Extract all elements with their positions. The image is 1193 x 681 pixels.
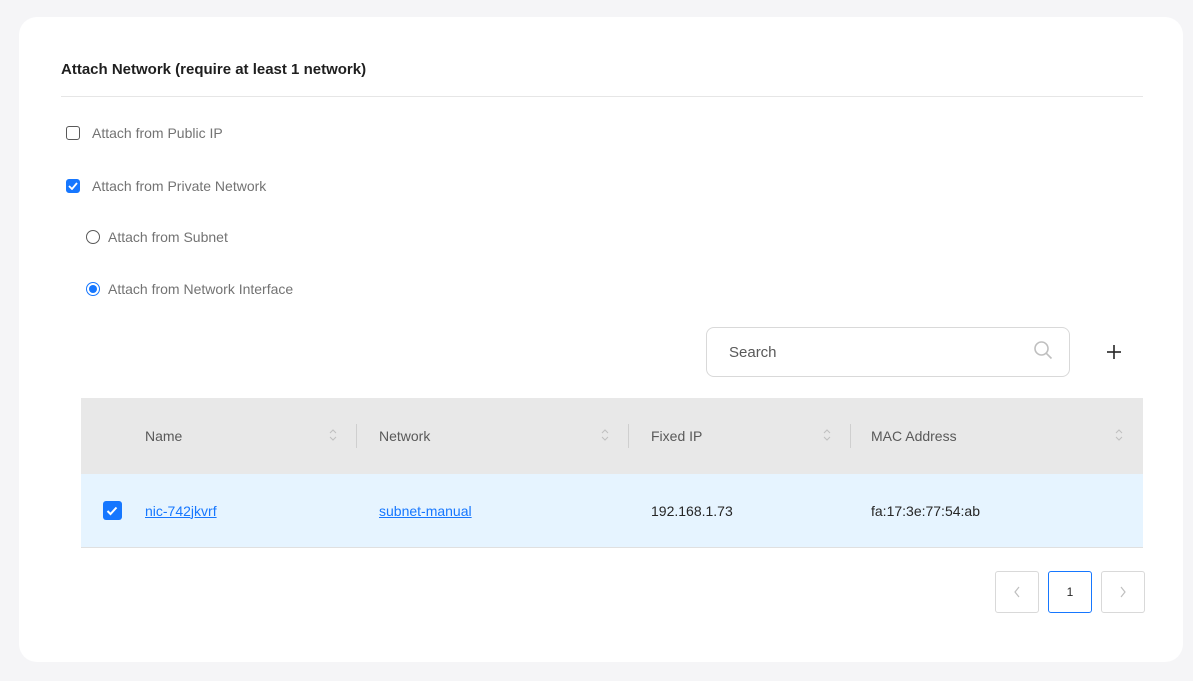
search-input[interactable] (729, 343, 1033, 361)
divider (61, 96, 1143, 97)
attach-network-card: Attach Network (require at least 1 netwo… (19, 17, 1183, 662)
column-fixed-ip[interactable]: Fixed IP (629, 398, 851, 474)
mac-address-cell: fa:17:3e:77:54:ab (871, 502, 980, 519)
public-ip-checkbox[interactable] (66, 126, 80, 140)
search-box[interactable] (706, 327, 1070, 377)
sort-icon[interactable] (601, 428, 609, 445)
search-icon[interactable] (1033, 340, 1053, 365)
network-interface-label: Attach from Network Interface (108, 281, 294, 297)
check-icon (106, 506, 118, 515)
subnet-radio[interactable] (86, 230, 100, 244)
private-network-label: Attach from Private Network (92, 178, 267, 194)
network-interface-option[interactable]: Attach from Network Interface (86, 281, 293, 297)
column-network-label: Network (379, 428, 431, 444)
add-button[interactable] (1097, 335, 1131, 369)
network-interface-table: Name Network Fixed IP MAC Address nic-74… (81, 398, 1143, 548)
sort-icon[interactable] (823, 428, 831, 445)
prev-page-button[interactable] (995, 571, 1039, 613)
column-name[interactable]: Name (143, 398, 357, 474)
check-icon (68, 182, 78, 190)
column-network[interactable]: Network (357, 398, 629, 474)
next-page-button[interactable] (1101, 571, 1145, 613)
chevron-right-icon (1120, 586, 1126, 598)
subnet-label: Attach from Subnet (108, 229, 228, 245)
network-interface-radio[interactable] (86, 282, 100, 296)
table-header: Name Network Fixed IP MAC Address (81, 398, 1143, 474)
chevron-left-icon (1014, 586, 1020, 598)
nic-name-link[interactable]: nic-742jkvrf (145, 503, 217, 519)
private-network-option[interactable]: Attach from Private Network (66, 178, 266, 194)
table-row[interactable]: nic-742jkvrf subnet-manual 192.168.1.73 … (81, 474, 1143, 548)
row-checkbox[interactable] (102, 501, 122, 520)
column-mac-address[interactable]: MAC Address (851, 398, 1143, 474)
plus-icon (1107, 345, 1121, 359)
network-link[interactable]: subnet-manual (379, 503, 472, 519)
section-title: Attach Network (require at least 1 netwo… (61, 61, 367, 78)
sort-icon[interactable] (1115, 428, 1123, 445)
fixed-ip-cell: 192.168.1.73 (651, 502, 733, 519)
public-ip-label: Attach from Public IP (92, 125, 223, 141)
page-1-button[interactable]: 1 (1048, 571, 1092, 613)
column-name-label: Name (145, 428, 183, 444)
subnet-option[interactable]: Attach from Subnet (86, 229, 228, 245)
sort-icon[interactable] (329, 428, 337, 445)
private-network-checkbox[interactable] (66, 179, 80, 193)
public-ip-option[interactable]: Attach from Public IP (66, 125, 223, 141)
pagination: 1 (995, 571, 1145, 613)
column-mac-address-label: MAC Address (871, 428, 957, 444)
column-fixed-ip-label: Fixed IP (651, 428, 703, 444)
